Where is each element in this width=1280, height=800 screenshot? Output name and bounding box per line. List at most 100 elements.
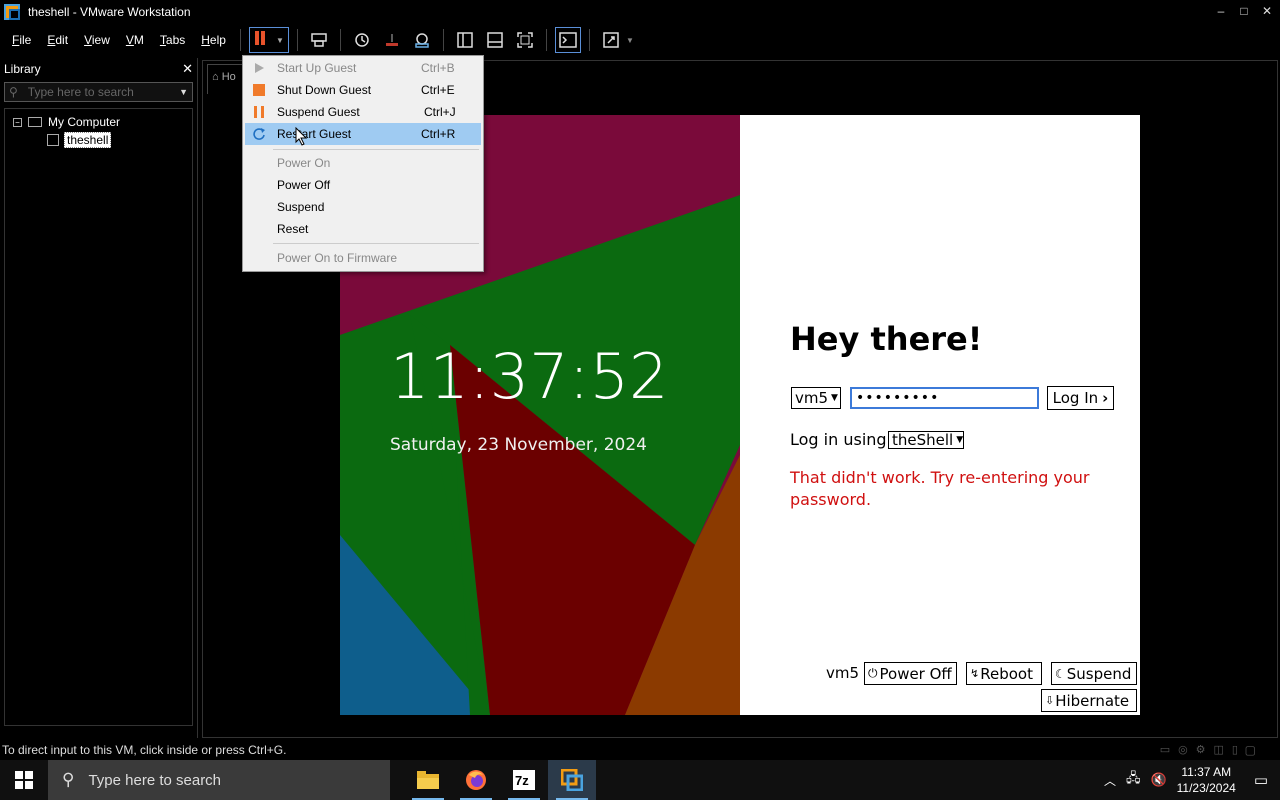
moon-icon: ☾ [1055,666,1066,681]
library-search-input[interactable]: ⚲ Type here to search ▼ [4,82,193,102]
chevron-down-icon: ▼ [275,35,284,45]
menu-tabs[interactable]: Tabs [152,24,193,56]
menu-item-reset[interactable]: Reset [245,218,481,240]
minimize-button[interactable]: ‒ [1210,4,1232,18]
window-title: theshell - VMware Workstation [28,5,191,19]
menu-item-power-off[interactable]: Power Off [245,174,481,196]
vm-icon [47,134,59,146]
play-icon [245,62,273,74]
restart-icon [245,127,273,141]
reboot-icon: ↯ [970,667,980,680]
mouse-cursor-icon [295,127,308,146]
library-panel: Library ✕ ⚲ Type here to search ▼ − My C… [0,58,198,738]
login-button[interactable]: Log In › [1047,386,1114,410]
power-dropdown-button[interactable]: ▼ [248,27,289,53]
computer-icon [28,117,42,127]
close-icon[interactable]: ✕ [182,61,193,77]
taskbar-7zip[interactable]: 7z [500,760,548,800]
toolbar-separator [588,29,590,51]
power-icon: ⏻ [868,666,878,680]
chevron-down-icon[interactable]: ▼ [179,87,188,97]
taskbar-search-input[interactable]: ⚲ Type here to search [48,760,390,800]
toolbar-separator [239,29,241,51]
menu-item-shut-down-guest[interactable]: Shut Down Guest Ctrl+E [245,79,481,101]
menu-separator [273,243,479,244]
tree-item-my-computer[interactable]: − My Computer [9,113,188,131]
user-select[interactable]: vm5 ▼ [791,387,841,409]
taskbar-vmware[interactable] [548,760,596,800]
system-tray: ︿ 🖧 🔇 11:37 AM 11/23/2024 ▭ [1104,760,1280,800]
library-header: Library ✕ [0,58,197,80]
status-text: To direct input to this VM, click inside… [2,743,287,757]
menu-item-suspend-guest[interactable]: Suspend Guest Ctrl+J [245,101,481,123]
show-library-icon[interactable] [452,27,478,53]
chevron-down-icon[interactable]: ▼ [626,36,634,45]
password-field[interactable]: ••••••••• [850,387,1039,409]
suspend-button[interactable]: ☾ Suspend [1051,662,1137,685]
message-log-icon[interactable]: ▢ [1245,743,1256,757]
menu-file[interactable]: File [4,24,39,56]
error-message: That didn't work. Try re-entering your p… [790,468,1090,509]
greeting-heading: Hey there! [790,320,983,358]
snapshot-icon[interactable] [349,27,375,53]
maximize-button[interactable]: □ [1233,4,1255,18]
firefox-icon [466,770,486,790]
search-icon: ⚲ [9,85,18,99]
folder-icon [417,771,439,789]
toolbar-separator [545,29,547,51]
close-button[interactable]: ✕ [1256,4,1278,18]
pause-icon [245,106,273,118]
chevron-right-icon: › [1102,389,1109,407]
status-bar: To direct input to this VM, click inside… [0,740,1280,760]
hostname-label: vm5 [826,664,860,682]
windows-logo-icon [15,771,33,789]
tab-home[interactable]: ⌂ Ho [207,64,243,94]
menu-help[interactable]: Help [193,24,234,56]
network-icon[interactable]: 🖧 [1126,769,1141,791]
snapshot-manager-icon[interactable] [409,27,435,53]
vmware-logo-icon [4,4,20,20]
menu-separator [273,149,479,150]
fullscreen-icon[interactable] [512,27,538,53]
session-select[interactable]: theShell ▼ [888,431,964,449]
menu-vm[interactable]: VM [118,24,152,56]
svg-text:7z: 7z [515,773,529,788]
title-bar: theshell - VMware Workstation ‒ □ ✕ [0,0,1280,24]
menu-bar: File Edit View VM Tabs Help ▼ ▼ [0,24,1280,56]
chevron-up-icon[interactable]: ︿ [1104,772,1116,789]
reboot-button[interactable]: ↯ Reboot [966,662,1042,685]
toolbar-separator [442,29,444,51]
menu-item-suspend[interactable]: Suspend [245,196,481,218]
pause-icon [254,30,267,50]
hibernate-button[interactable]: ⇩ Hibernate [1041,689,1137,712]
menu-item-restart-guest[interactable]: Restart Guest Ctrl+R [245,123,481,145]
notifications-icon[interactable]: ▭ [1254,771,1268,789]
revert-snapshot-icon[interactable] [379,27,405,53]
lockscreen-clock: 11:37:52 [390,340,669,413]
library-tree: − My Computer theshell [4,108,193,726]
menu-edit[interactable]: Edit [39,24,76,56]
send-ctrl-alt-del-icon[interactable] [306,27,332,53]
menu-item-power-on-to-firmware[interactable]: Power On to Firmware [245,247,481,269]
collapse-icon[interactable]: − [13,117,22,127]
7zip-icon: 7z [513,770,535,790]
device-icons: ▭◎⚙◫▯ [1159,744,1246,756]
taskbar-file-explorer[interactable] [404,760,452,800]
library-title: Library [4,62,41,76]
taskbar-clock[interactable]: 11:37 AM 11/23/2024 [1177,764,1236,796]
chevron-down-icon: ▼ [956,435,964,445]
stretch-guest-icon[interactable] [598,27,624,53]
login-using-label: Log in using [790,430,887,449]
taskbar-firefox[interactable] [452,760,500,800]
toolbar-separator [339,29,341,51]
start-button[interactable] [0,760,48,800]
tree-item-theshell[interactable]: theshell [9,131,188,149]
home-icon: ⌂ [212,71,219,83]
thumbnail-bar-icon[interactable] [482,27,508,53]
menu-item-power-on[interactable]: Power On [245,152,481,174]
console-view-icon[interactable] [554,27,581,53]
menu-item-start-up-guest[interactable]: Start Up Guest Ctrl+B [245,57,481,79]
volume-muted-icon[interactable]: 🔇 [1150,772,1166,788]
power-off-button[interactable]: ⏻ Power Off [864,662,957,685]
menu-view[interactable]: View [76,24,118,56]
